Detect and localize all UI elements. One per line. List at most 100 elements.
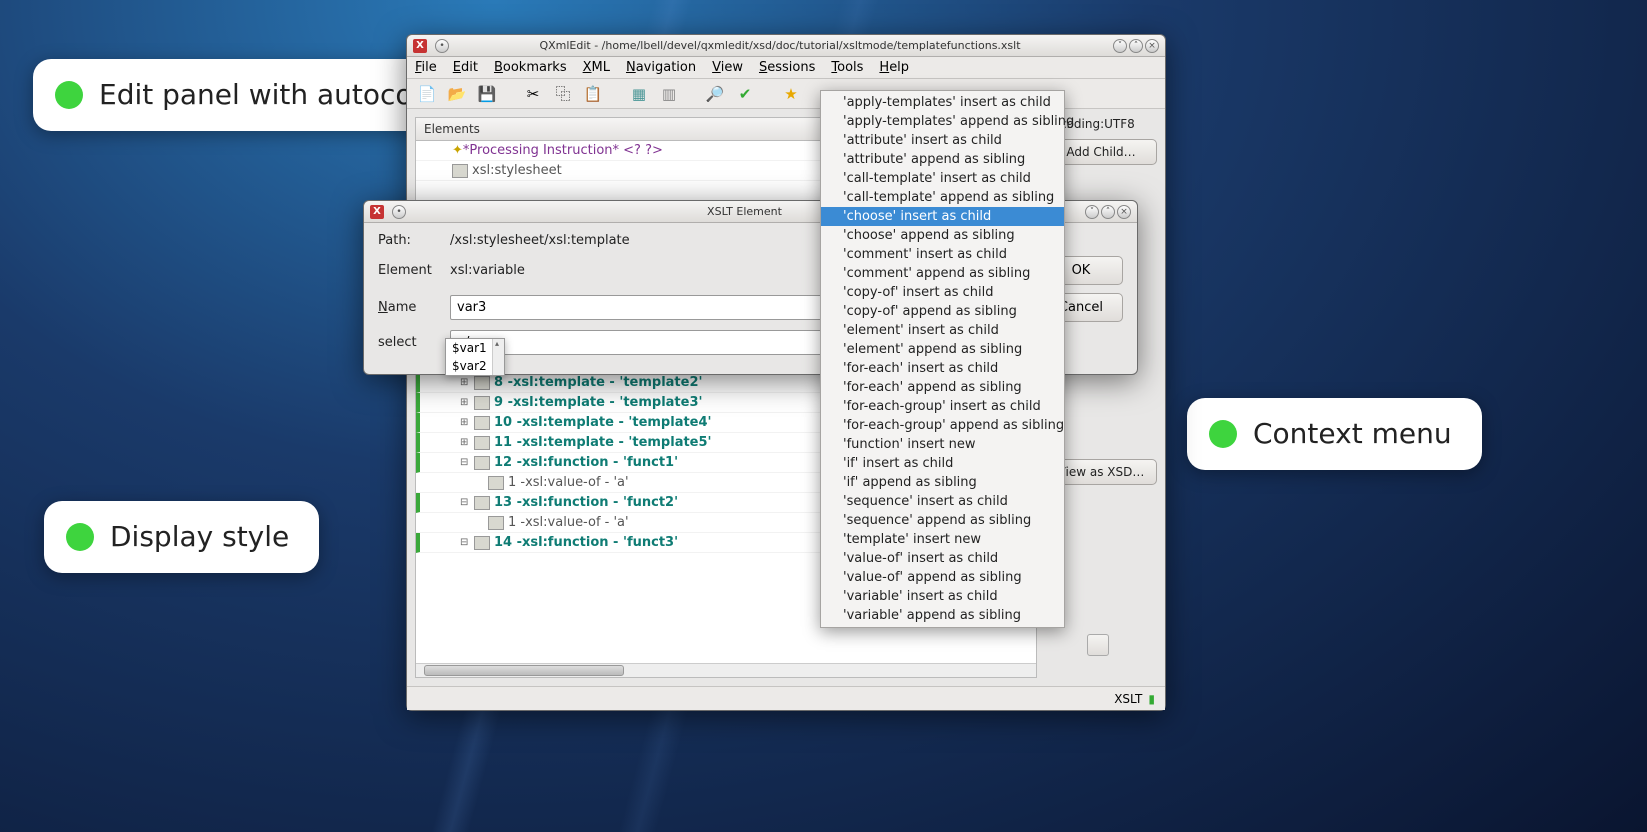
context-menu-item[interactable]: 'sequence' append as sibling: [821, 511, 1064, 530]
expand-icon[interactable]: ⊞: [460, 377, 474, 388]
expand-icon[interactable]: ⊞: [460, 417, 474, 428]
context-menu-item[interactable]: 'template' insert new: [821, 530, 1064, 549]
menu-xml[interactable]: XML: [583, 60, 610, 75]
callout-text: Context menu: [1253, 416, 1452, 452]
expand-icon[interactable]: ⊞: [460, 437, 474, 448]
new-icon[interactable]: 📄: [415, 82, 439, 106]
context-menu-item[interactable]: 'copy-of' append as sibling: [821, 302, 1064, 321]
context-menu-item[interactable]: 'call-template' append as sibling: [821, 188, 1064, 207]
status-icon: ▮: [1148, 692, 1155, 706]
context-menu-item[interactable]: 'comment' insert as child: [821, 245, 1064, 264]
corner-button[interactable]: [1087, 634, 1109, 656]
expand-icon[interactable]: ⊟: [460, 497, 474, 508]
context-menu-item[interactable]: 'apply-templates' insert as child: [821, 93, 1064, 112]
callout-text: Display style: [110, 519, 289, 555]
node-icon: [474, 456, 490, 470]
menu-icon[interactable]: •: [392, 205, 406, 219]
context-menu-item[interactable]: 'if' insert as child: [821, 454, 1064, 473]
context-menu-item[interactable]: 'for-each' append as sibling: [821, 378, 1064, 397]
context-menu-item[interactable]: 'function' insert new: [821, 435, 1064, 454]
path-label: Path:: [378, 233, 438, 248]
star-icon[interactable]: ★: [779, 82, 803, 106]
titlebar: X • QXmlEdit - /home/lbell/devel/qxmledi…: [407, 35, 1165, 57]
callout-dot-icon: [55, 81, 83, 109]
window-title: QXmlEdit - /home/lbell/devel/qxmledit/xs…: [449, 39, 1111, 52]
node-icon: [474, 496, 490, 510]
context-menu-item[interactable]: 'apply-templates' append as sibling: [821, 112, 1064, 131]
context-menu-item[interactable]: 'attribute' insert as child: [821, 131, 1064, 150]
paste-icon[interactable]: 📋: [581, 82, 605, 106]
context-menu-item[interactable]: 'element' insert as child: [821, 321, 1064, 340]
node-icon: [488, 476, 504, 490]
node-icon: [474, 536, 490, 550]
context-menu-item[interactable]: 'sequence' insert as child: [821, 492, 1064, 511]
cut-icon[interactable]: ✂: [521, 82, 545, 106]
tool-icon-1[interactable]: ▦: [627, 82, 651, 106]
context-menu-item[interactable]: 'if' append as sibling: [821, 473, 1064, 492]
view-xsd-label: View as XSD…: [1058, 465, 1145, 479]
cancel-label: Cancel: [1059, 300, 1103, 315]
name-label: Name: [378, 300, 438, 315]
expand-icon[interactable]: ⊟: [460, 457, 474, 468]
autocomplete-scrollbar[interactable]: [492, 339, 504, 375]
ok-label: OK: [1072, 263, 1091, 278]
context-menu-item[interactable]: 'call-template' insert as child: [821, 169, 1064, 188]
context-menu-item[interactable]: 'choose' append as sibling: [821, 226, 1064, 245]
context-menu-item[interactable]: 'copy-of' insert as child: [821, 283, 1064, 302]
callout-display-style: Display style: [44, 501, 319, 573]
tool-icon-2[interactable]: ▥: [657, 82, 681, 106]
node-icon: [452, 164, 468, 178]
node-icon: [474, 436, 490, 450]
callout-dot-icon: [66, 523, 94, 551]
context-menu-item[interactable]: 'element' append as sibling: [821, 340, 1064, 359]
autocomplete-popup[interactable]: $var1 $var2: [445, 338, 505, 376]
close-icon[interactable]: ×: [1117, 205, 1131, 219]
horizontal-scrollbar[interactable]: [416, 663, 1036, 677]
menu-sessions[interactable]: Sessions: [759, 60, 815, 75]
find-icon[interactable]: 🔎: [703, 82, 727, 106]
menu-bookmarks[interactable]: Bookmarks: [494, 60, 567, 75]
context-menu: 'apply-templates' insert as child'apply-…: [820, 90, 1065, 628]
statusbar: XSLT ▮: [407, 686, 1165, 710]
menu-navigation[interactable]: Navigation: [626, 60, 696, 75]
save-icon[interactable]: 💾: [475, 82, 499, 106]
node-icon: [488, 516, 504, 530]
context-menu-item[interactable]: 'comment' append as sibling: [821, 264, 1064, 283]
context-menu-item[interactable]: 'choose' insert as child: [821, 207, 1064, 226]
select-label: select: [378, 335, 438, 350]
close-icon[interactable]: ×: [1145, 39, 1159, 53]
app-icon: X: [413, 39, 427, 53]
check-icon[interactable]: ✔: [733, 82, 757, 106]
maximize-icon[interactable]: ˄: [1101, 205, 1115, 219]
element-label: Element: [378, 263, 438, 278]
menu-edit[interactable]: Edit: [453, 60, 478, 75]
context-menu-item[interactable]: 'for-each-group' append as sibling: [821, 416, 1064, 435]
context-menu-item[interactable]: 'variable' insert as child: [821, 587, 1064, 606]
node-icon: [474, 396, 490, 410]
expand-icon[interactable]: ⊟: [460, 537, 474, 548]
status-mode: XSLT: [1114, 692, 1142, 706]
context-menu-item[interactable]: 'for-each-group' insert as child: [821, 397, 1064, 416]
menu-view[interactable]: View: [712, 60, 743, 75]
context-menu-item[interactable]: 'variable' append as sibling: [821, 606, 1064, 625]
maximize-icon[interactable]: ˄: [1129, 39, 1143, 53]
open-icon[interactable]: 📂: [445, 82, 469, 106]
menu-help[interactable]: Help: [879, 60, 909, 75]
context-menu-item[interactable]: 'attribute' append as sibling: [821, 150, 1064, 169]
minimize-icon[interactable]: ˅: [1085, 205, 1099, 219]
callout-dot-icon: [1209, 420, 1237, 448]
minimize-icon[interactable]: ˅: [1113, 39, 1127, 53]
context-menu-item[interactable]: 'value-of' append as sibling: [821, 568, 1064, 587]
node-icon: [474, 416, 490, 430]
copy-icon[interactable]: ⿻: [551, 82, 575, 106]
expand-icon[interactable]: ⊞: [460, 397, 474, 408]
menubar: File Edit Bookmarks XML Navigation View …: [407, 57, 1165, 79]
add-child-label: Add Child…: [1066, 145, 1135, 159]
context-menu-item[interactable]: 'value-of' insert as child: [821, 549, 1064, 568]
menu-icon[interactable]: •: [435, 39, 449, 53]
callout-context-menu: Context menu: [1187, 398, 1482, 470]
menu-tools[interactable]: Tools: [831, 60, 863, 75]
node-icon: [474, 376, 490, 390]
context-menu-item[interactable]: 'for-each' insert as child: [821, 359, 1064, 378]
menu-file[interactable]: File: [415, 60, 437, 75]
